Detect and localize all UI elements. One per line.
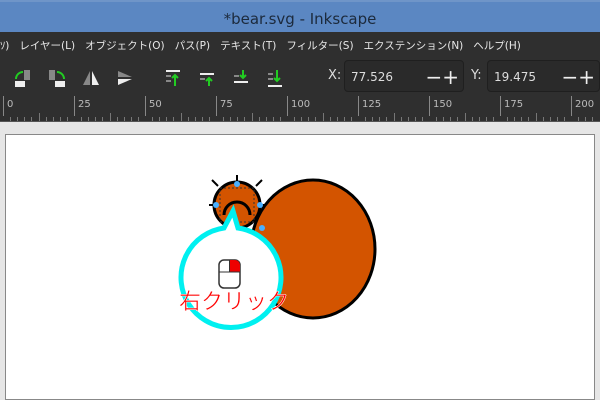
callout-text: 右クリック <box>179 290 289 315</box>
mouse-right-click-icon <box>218 259 241 289</box>
drawing[interactable]: 右クリック <box>0 0 600 400</box>
